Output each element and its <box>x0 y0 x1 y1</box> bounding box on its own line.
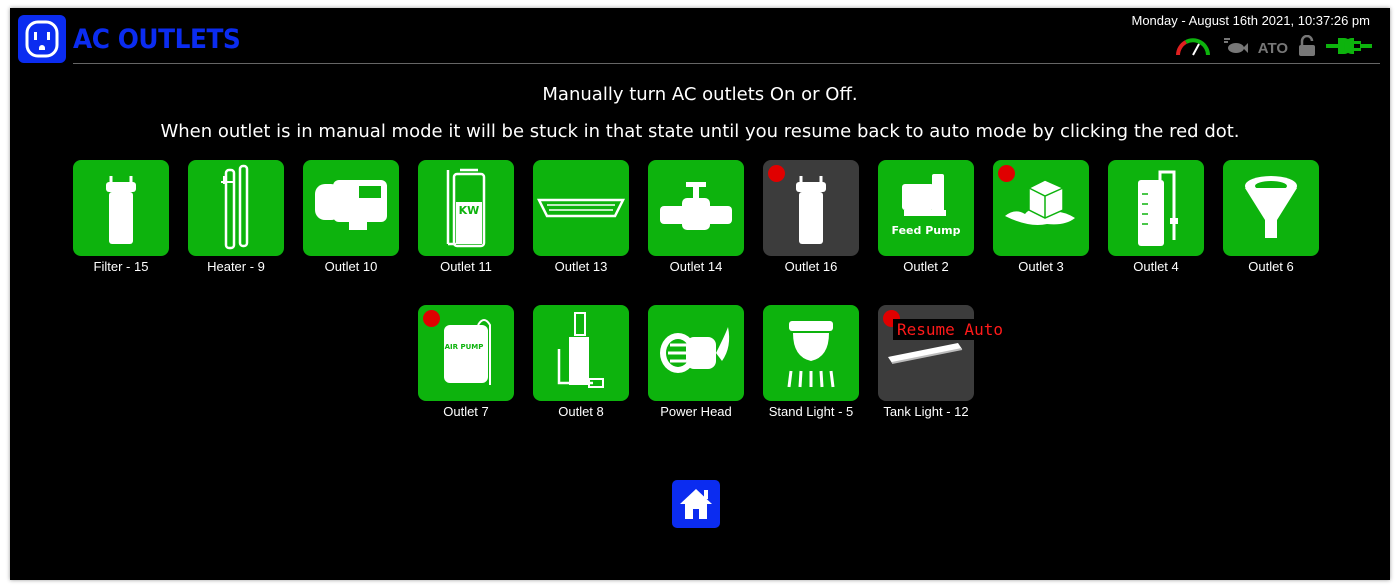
funnel-icon <box>1245 176 1297 238</box>
outlet-label: Outlet 8 <box>558 404 604 419</box>
home-icon <box>680 489 712 519</box>
outlet-logo-icon <box>18 15 66 63</box>
outlet-tile-power-head[interactable] <box>648 305 744 401</box>
outlet-label: Power Head <box>660 404 732 419</box>
unlock-icon[interactable] <box>1298 34 1316 62</box>
outlet-label: Outlet 11 <box>440 259 492 274</box>
outlet-tile-heater-9[interactable] <box>188 160 284 256</box>
outlet-label: Heater - 9 <box>207 259 265 274</box>
canister-filter-icon <box>106 176 136 244</box>
outlet-label: Outlet 10 <box>324 259 378 274</box>
app-frame: AC OUTLETS Monday - August 16th 2021, 10… <box>10 8 1390 580</box>
led-light-icon <box>536 198 626 218</box>
resume-auto-dot[interactable] <box>768 165 785 182</box>
kalkwasser-reactor-icon: KW <box>446 168 486 248</box>
powerhead-icon <box>660 327 730 373</box>
hob-filter-icon <box>1138 170 1178 246</box>
valve-icon <box>660 182 732 230</box>
stand-light-icon <box>787 321 835 388</box>
gauge-icon[interactable] <box>1174 35 1212 62</box>
outlet-tile-outlet-6[interactable] <box>1223 160 1319 256</box>
outlet-label: Outlet 2 <box>903 259 949 274</box>
outlet-label: Outlet 3 <box>1018 259 1064 274</box>
outlet-label: Outlet 6 <box>1248 259 1294 274</box>
icon-caption: Feed Pump <box>892 224 961 237</box>
outlet-tile-outlet-16[interactable] <box>763 160 859 256</box>
outlet-tile-outlet-8[interactable] <box>533 305 629 401</box>
outlet-label: Stand Light - 5 <box>768 404 854 419</box>
outlet-tile-outlet-2[interactable]: Feed Pump <box>878 160 974 256</box>
datetime-display: Monday - August 16th 2021, 10:37:26 pm <box>1131 13 1370 28</box>
outlet-tile-outlet-3[interactable] <box>993 160 1089 256</box>
home-button[interactable] <box>672 480 720 528</box>
outlet-label: Outlet 4 <box>1133 259 1179 274</box>
outlet-label: Outlet 13 <box>554 259 608 274</box>
resume-auto-tooltip: Resume Auto <box>893 319 1007 340</box>
outlet-label: Filter - 15 <box>93 259 149 274</box>
resume-auto-dot[interactable] <box>998 165 1015 182</box>
outlet-label: Outlet 14 <box>669 259 723 274</box>
heater-icon <box>221 164 249 250</box>
page-title: AC OUTLETS <box>73 24 241 55</box>
auto-feeder-icon <box>315 180 387 230</box>
outlet-tile-stand-light-5[interactable] <box>763 305 859 401</box>
outlet-tile-outlet-14[interactable] <box>648 160 744 256</box>
icon-caption: KW <box>459 204 480 217</box>
instruction-line-2: When outlet is in manual mode it will be… <box>160 121 1240 142</box>
status-icons: ATO <box>1174 34 1372 62</box>
outlet-tile-outlet-11[interactable]: KW <box>418 160 514 256</box>
header-divider <box>73 63 1380 64</box>
instruction-line-1: Manually turn AC outlets On or Off. <box>542 84 858 105</box>
feed-pump-icon: Feed Pump <box>892 174 961 237</box>
fish-icon[interactable] <box>1222 35 1248 62</box>
outlet-tile-outlet-4[interactable] <box>1108 160 1204 256</box>
outlet-tile-outlet-13[interactable] <box>533 160 629 256</box>
outlet-tile-filter-15[interactable] <box>73 160 169 256</box>
outlet-label: Outlet 7 <box>443 404 489 419</box>
icon-caption: AIR PUMP <box>445 343 484 351</box>
power-plug-icon[interactable] <box>1326 35 1372 62</box>
outlet-label: Outlet 16 <box>784 259 838 274</box>
outlet-tile-outlet-7[interactable]: AIR PUMP <box>418 305 514 401</box>
resume-auto-dot[interactable] <box>423 310 440 327</box>
outlet-label: Tank Light - 12 <box>883 404 969 419</box>
protein-skimmer-icon <box>557 312 604 388</box>
outlet-tile-outlet-10[interactable] <box>303 160 399 256</box>
ato-indicator[interactable]: ATO <box>1258 40 1288 57</box>
